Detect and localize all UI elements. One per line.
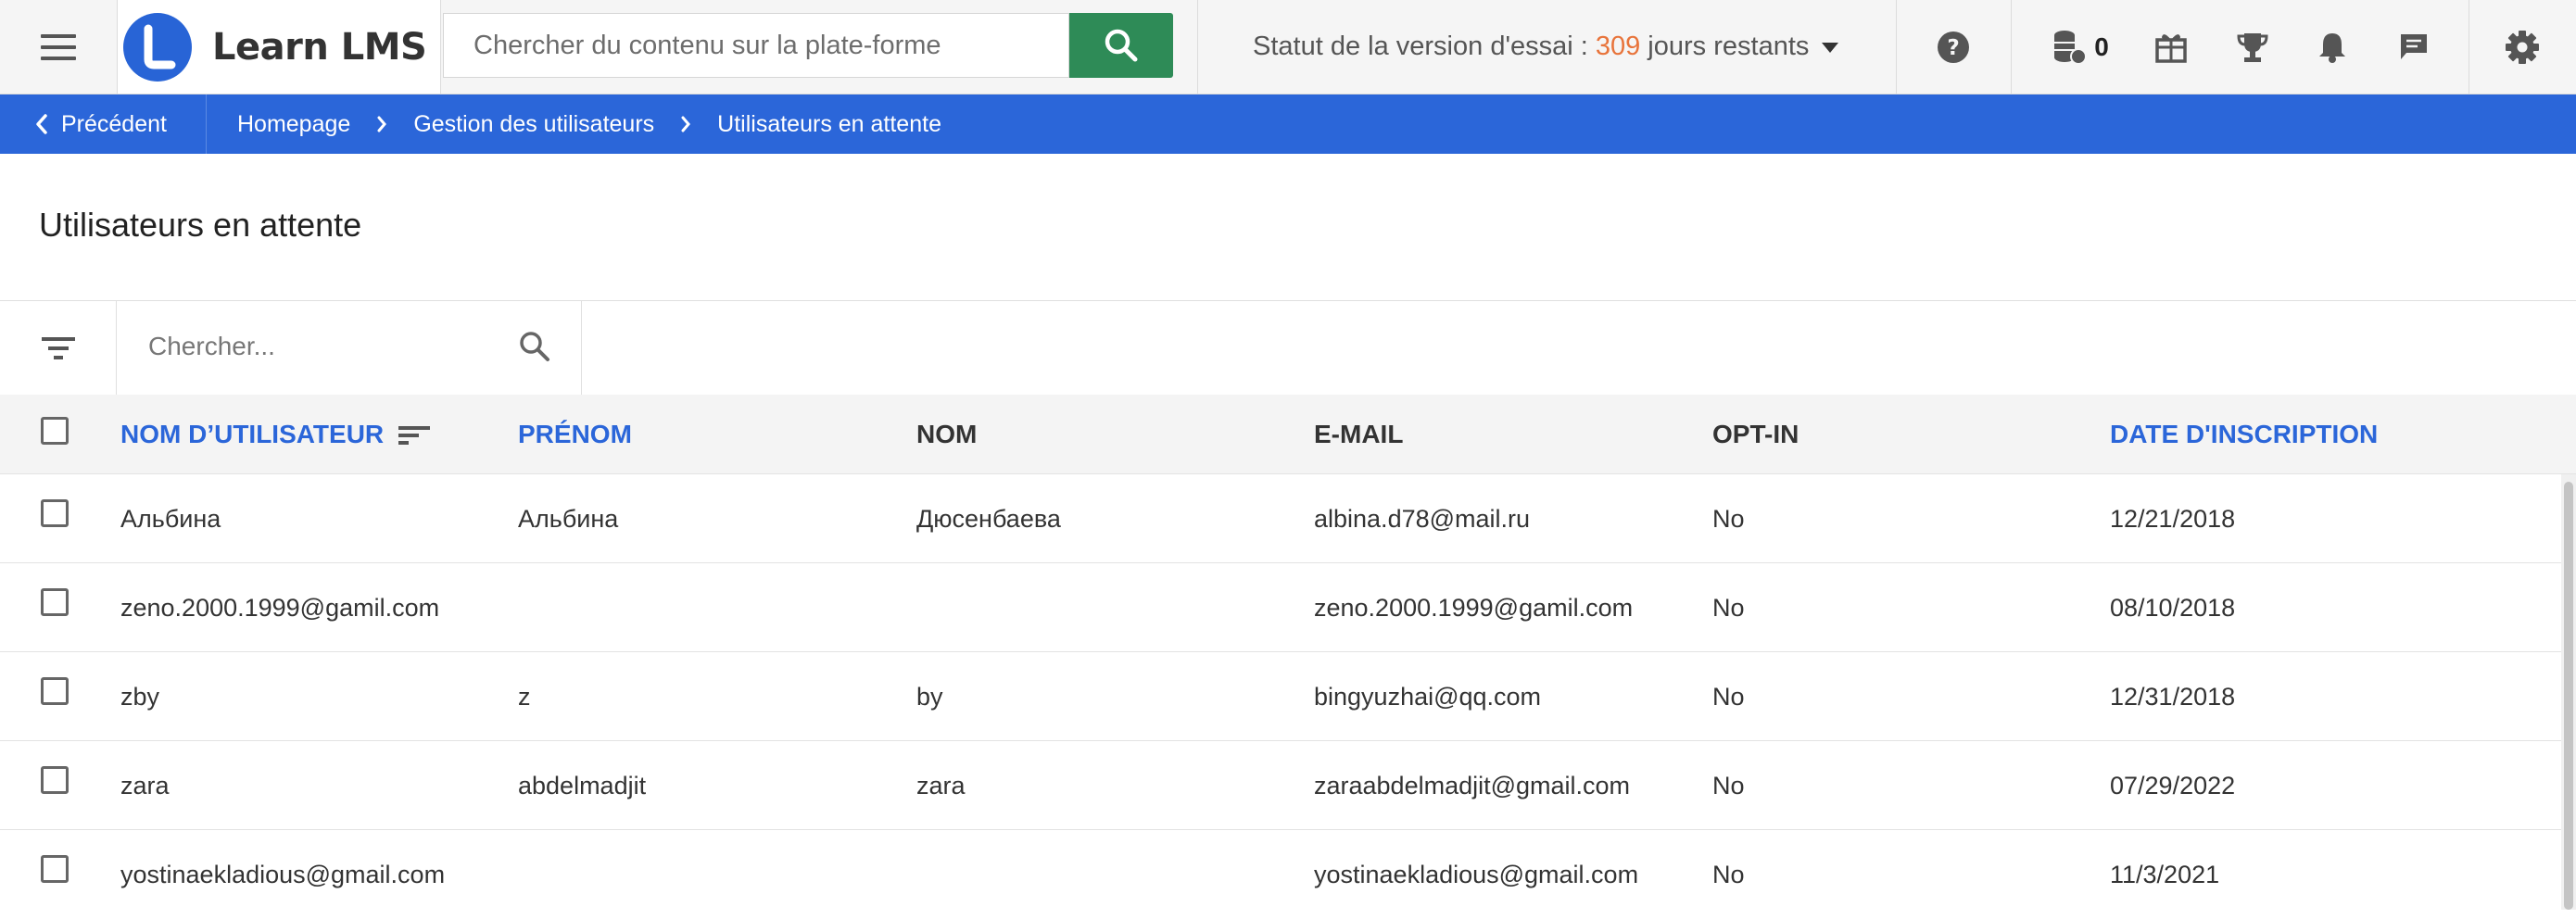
cell-email: bingyuzhai@qq.com (1314, 682, 1542, 711)
platform-search (443, 13, 1069, 78)
row-checkbox[interactable] (41, 499, 69, 527)
cell-opt-in: No (1712, 860, 1745, 888)
logo[interactable]: Learn LMS (117, 0, 441, 94)
column-registration-date[interactable]: DATE D'INSCRIPTION (2110, 395, 2378, 474)
cell-opt-in: No (1712, 682, 1745, 711)
help-icon: ? (1938, 31, 1969, 63)
cell-opt-in: No (1712, 504, 1745, 533)
cell-email: zaraabdelmadjit@gmail.com (1314, 771, 1631, 799)
chevron-left-icon (36, 114, 47, 134)
cell-first-name: Альбина (518, 504, 619, 533)
row-checkbox[interactable] (41, 766, 69, 794)
platform-search-input[interactable] (472, 29, 1031, 62)
cell-first-name: abdelmadjit (518, 771, 647, 799)
column-username-label: NOM D’UTILISATEUR (120, 420, 385, 448)
select-all-checkbox[interactable] (41, 417, 69, 445)
coins-count: 0 (2094, 31, 2109, 61)
breadcrumb-homepage[interactable]: Homepage (237, 111, 350, 138)
column-last-name: NOM (916, 420, 978, 448)
svg-text:?: ? (1947, 36, 1959, 60)
back-label: Précédent (61, 110, 167, 137)
cell-last-name: zara (916, 771, 966, 799)
breadcrumb-current: Utilisateurs en attente (717, 110, 941, 137)
page-title: Utilisateurs en attente (39, 206, 362, 244)
cell-username: Альбина (120, 504, 221, 533)
cell-registration-date: 12/21/2018 (2110, 504, 2236, 533)
table-row[interactable]: zby z by bingyuzhai@qq.com No 12/31/2018 (0, 652, 2561, 741)
trial-status-suffix: jours restants (1640, 31, 1810, 61)
menu-button[interactable] (0, 0, 117, 94)
cell-email: albina.d78@mail.ru (1314, 504, 1531, 533)
column-username[interactable]: NOM D’UTILISATEUR (120, 395, 431, 474)
trial-days: 309 (1595, 31, 1641, 61)
settings-button[interactable] (2469, 0, 2576, 94)
trophy-button[interactable] (2213, 0, 2292, 94)
breadcrumb-user-management[interactable]: Gestion des utilisateurs (413, 111, 654, 138)
table-search (117, 301, 582, 395)
table-row[interactable]: yostinaekladious@gmail.com yostinaekladi… (0, 830, 2561, 910)
messages-button[interactable] (2374, 0, 2454, 94)
cell-last-name: by (916, 682, 943, 711)
search-icon[interactable] (517, 329, 552, 364)
gear-icon (2506, 30, 2539, 64)
cell-first-name: z (518, 682, 531, 711)
filter-button[interactable] (0, 301, 117, 395)
cell-registration-date: 07/29/2022 (2110, 771, 2236, 799)
filter-bar (0, 300, 2576, 395)
row-checkbox[interactable] (41, 677, 69, 705)
cell-username: zara (120, 771, 170, 799)
trial-status-label: Statut de la version d'essai : (1253, 31, 1596, 61)
coins-button[interactable]: 0 (2039, 0, 2122, 94)
breadcrumb: Précédent Homepage Gestion des utilisate… (0, 94, 2576, 154)
trophy-icon (2237, 32, 2268, 62)
table-search-input[interactable] (146, 331, 502, 362)
gift-icon (2155, 33, 2187, 63)
cell-opt-in: No (1712, 771, 1745, 799)
rewards-button[interactable] (2131, 0, 2211, 94)
sort-icon (398, 426, 431, 445)
chevron-right-icon (376, 115, 387, 133)
table-row[interactable]: Альбина Альбина Дюсенбаева albina.d78@ma… (0, 474, 2561, 563)
cell-registration-date: 11/3/2021 (2110, 860, 2220, 888)
logo-icon (123, 12, 192, 82)
column-email: E-MAIL (1314, 420, 1404, 448)
cell-last-name: Дюсенбаева (916, 504, 1061, 533)
bell-icon (2319, 32, 2345, 63)
hamburger-icon (41, 33, 76, 60)
back-button[interactable]: Précédent (0, 94, 207, 154)
column-first-name[interactable]: PRÉNOM (518, 395, 632, 474)
notifications-button[interactable] (2292, 0, 2372, 94)
top-bar: Learn LMS Statut de la version d'essai :… (0, 0, 2576, 94)
table-row[interactable]: zara abdelmadjit zara zaraabdelmadjit@gm… (0, 741, 2561, 830)
row-checkbox[interactable] (41, 588, 69, 616)
caret-down-icon (1822, 42, 1839, 53)
cell-opt-in: No (1712, 593, 1745, 622)
coins-icon (2054, 30, 2088, 65)
cell-username: zeno.2000.1999@gamil.com (120, 593, 440, 622)
trial-status[interactable]: Statut de la version d'essai : 309 jours… (1197, 0, 1896, 94)
table-header: NOM D’UTILISATEUR PRÉNOM NOM E-MAIL OPT-… (0, 395, 2576, 474)
platform-search-button[interactable] (1069, 13, 1173, 78)
help-button[interactable]: ? (1896, 0, 2011, 94)
cell-registration-date: 12/31/2018 (2110, 682, 2236, 711)
scrollbar-thumb[interactable] (2564, 482, 2573, 910)
cell-registration-date: 08/10/2018 (2110, 593, 2236, 622)
cell-username: zby (120, 682, 160, 711)
row-checkbox[interactable] (41, 855, 69, 883)
cell-email: zeno.2000.1999@gamil.com (1314, 593, 1634, 622)
search-icon (1105, 29, 1138, 62)
cell-username: yostinaekladious@gmail.com (120, 860, 446, 888)
column-opt-in: OPT-IN (1712, 420, 1799, 448)
filter-icon (41, 336, 75, 359)
table-row[interactable]: zeno.2000.1999@gamil.com zeno.2000.1999@… (0, 563, 2561, 652)
chat-icon (2401, 33, 2427, 59)
table-scrollbar[interactable] (2561, 474, 2576, 910)
chevron-right-icon (680, 115, 691, 133)
app-name: Learn LMS (212, 25, 427, 69)
cell-email: yostinaekladious@gmail.com (1314, 860, 1639, 888)
